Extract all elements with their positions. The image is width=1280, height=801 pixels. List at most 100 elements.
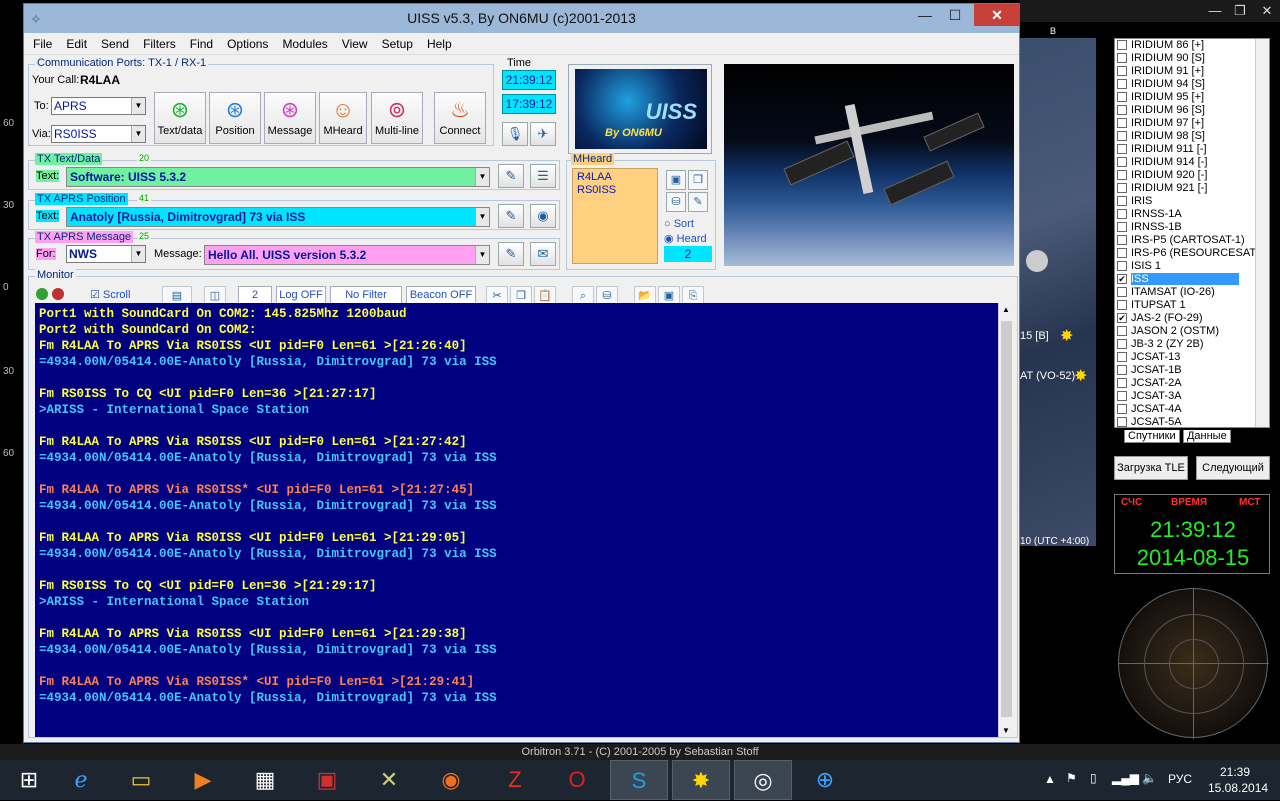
multi-line-button[interactable]: ⊚ Multi-line: [371, 92, 423, 144]
list-item[interactable]: JASON 2 (OSTM): [1115, 325, 1269, 338]
list-item[interactable]: IRNSS-1B: [1115, 221, 1269, 234]
menu-send[interactable]: Send: [92, 33, 134, 51]
list-item[interactable]: JB-3 2 (ZY 2B): [1115, 338, 1269, 351]
orbit-map[interactable]: B 15 [B] ✸ AT (VO-52) ✸ 10 (UTC +4:00): [1020, 26, 1096, 547]
list-item[interactable]: IRIDIUM 98 [S]: [1115, 130, 1269, 143]
close-button[interactable]: ✕: [974, 4, 1020, 26]
no-filter-button[interactable]: No Filter: [330, 286, 402, 304]
uiss-icon[interactable]: ◎: [734, 760, 792, 800]
chevron-up-icon[interactable]: ▲: [1044, 772, 1056, 786]
calendar-icon[interactable]: ▦: [236, 760, 294, 800]
load-tle-button[interactable]: Загрузка TLE: [1114, 456, 1188, 480]
edit-position-icon[interactable]: ✎: [498, 204, 524, 228]
mheard-list[interactable]: R4LAA RS0ISS: [572, 168, 658, 264]
checkbox[interactable]: [1117, 170, 1127, 180]
list-item[interactable]: IRIDIUM 911 [-]: [1115, 143, 1269, 156]
orbitron-icon[interactable]: ✸: [672, 760, 730, 800]
list-item[interactable]: IRIDIUM 94 [S]: [1115, 78, 1269, 91]
checkbox[interactable]: [1117, 248, 1127, 258]
chevron-down-icon[interactable]: ▼: [1002, 726, 1010, 735]
tab-satellites[interactable]: Спутники: [1124, 430, 1180, 443]
count-field[interactable]: 2: [238, 286, 272, 304]
checkbox[interactable]: [1117, 261, 1127, 271]
satellite-dish-icon[interactable]: ✈: [530, 122, 556, 146]
database-icon[interactable]: ⛁: [666, 192, 686, 212]
tx-position-input[interactable]: Anatoly [Russia, Dimitrovgrad] 73 via IS…: [66, 207, 490, 227]
menu-options[interactable]: Options: [218, 33, 273, 51]
for-select[interactable]: NWS ▼: [66, 245, 146, 263]
mheard-button[interactable]: ☺ MHeard: [319, 92, 367, 144]
send-message-button[interactable]: ⊛ Message: [264, 92, 316, 144]
firefox-icon[interactable]: ◉: [422, 760, 480, 800]
list-item[interactable]: IRIDIUM 914 [-]: [1115, 156, 1269, 169]
checkbox[interactable]: ✔: [1117, 274, 1127, 284]
satellite-tool-icon[interactable]: ✕: [360, 760, 418, 800]
minimize-icon[interactable]: —: [910, 4, 940, 26]
to-select[interactable]: APRS ▼: [51, 97, 146, 115]
list-item[interactable]: IRIDIUM 90 [S]: [1115, 52, 1269, 65]
taskbar-time[interactable]: 21:39: [1220, 765, 1250, 779]
list-item[interactable]: IRIDIUM 96 [S]: [1115, 104, 1269, 117]
maximize-icon[interactable]: ☐: [940, 4, 970, 26]
tx-message-input[interactable]: Hello All. UISS version 5.3.2 ▼: [204, 245, 490, 265]
checkbox[interactable]: [1117, 183, 1127, 193]
monitor-output[interactable]: Port1 with SoundCard On COM2: 145.825Mhz…: [35, 303, 998, 737]
globe-icon[interactable]: ◉: [530, 204, 556, 228]
list-item[interactable]: IRIS: [1115, 195, 1269, 208]
list-item[interactable]: ITAMSAT (IO-26): [1115, 286, 1269, 299]
checkbox[interactable]: [1117, 417, 1127, 427]
send-position-button[interactable]: ⊛ Position: [209, 92, 261, 144]
mail-icon[interactable]: ✉: [530, 242, 556, 266]
menu-setup[interactable]: Setup: [373, 33, 418, 51]
edit-doc-icon[interactable]: ✎: [688, 192, 708, 212]
chevron-up-icon[interactable]: ▲: [1002, 305, 1010, 314]
list-item[interactable]: JCSAT-13: [1115, 351, 1269, 364]
volume-icon[interactable]: 🔈: [1142, 771, 1157, 785]
list-item[interactable]: R4LAA: [577, 171, 653, 184]
list-icon[interactable]: ☰: [530, 164, 556, 188]
edit-message-icon[interactable]: ✎: [498, 242, 524, 266]
checkbox[interactable]: [1117, 209, 1127, 219]
checkbox[interactable]: [1117, 326, 1127, 336]
checkbox[interactable]: [1117, 300, 1127, 310]
edit-text-icon[interactable]: ✎: [498, 164, 524, 188]
monitor-scrollbar[interactable]: ▲ ▼: [998, 303, 1014, 737]
start-icon[interactable]: ⊞: [0, 760, 58, 800]
globe-tool-icon[interactable]: ⊕: [796, 760, 854, 800]
taskbar-date[interactable]: 15.08.2014: [1208, 781, 1268, 795]
save-icon[interactable]: ▣: [666, 170, 686, 190]
checkbox[interactable]: [1117, 196, 1127, 206]
close-icon[interactable]: ✕: [1252, 2, 1280, 20]
language-indicator[interactable]: РУС: [1168, 772, 1192, 786]
checkbox[interactable]: [1117, 40, 1127, 50]
heard-radio[interactable]: ◉ Heard: [664, 232, 707, 245]
menu-edit[interactable]: Edit: [57, 33, 92, 51]
scrollbar-thumb[interactable]: [1001, 321, 1012, 717]
list-item[interactable]: IRIDIUM 921 [-]: [1115, 182, 1269, 195]
list-item[interactable]: IRIDIUM 920 [-]: [1115, 169, 1269, 182]
list-item[interactable]: RS0ISS: [577, 184, 653, 197]
copy-icon[interactable]: ❐: [688, 170, 708, 190]
checkbox[interactable]: [1117, 339, 1127, 349]
ie-icon[interactable]: ℯ: [52, 760, 110, 800]
list-item[interactable]: ISIS 1: [1115, 260, 1269, 273]
list-item[interactable]: ITUPSAT 1: [1115, 299, 1269, 312]
checkbox[interactable]: ✔: [1117, 313, 1127, 323]
skype-icon[interactable]: S: [610, 760, 668, 800]
list-item[interactable]: JCSAT-3A: [1115, 390, 1269, 403]
checkbox[interactable]: [1117, 105, 1127, 115]
menu-view[interactable]: View: [333, 33, 373, 51]
media-player-icon[interactable]: ▶: [174, 760, 232, 800]
checkbox[interactable]: [1117, 378, 1127, 388]
checkbox[interactable]: [1117, 391, 1127, 401]
send-text-button[interactable]: ⊛ Text/data: [154, 92, 206, 144]
list-item[interactable]: JCSAT-2A: [1115, 377, 1269, 390]
toolbox-icon[interactable]: ▣: [298, 760, 356, 800]
list-item[interactable]: IRS-P5 (CARTOSAT-1): [1115, 234, 1269, 247]
scroll-checkbox[interactable]: ☑ Scroll: [90, 288, 130, 301]
menu-modules[interactable]: Modules: [273, 33, 332, 51]
checkbox[interactable]: [1117, 287, 1127, 297]
battery-icon[interactable]: ▯: [1090, 771, 1097, 785]
opera-icon[interactable]: O: [548, 760, 606, 800]
microphone-icon[interactable]: 🎙: [502, 122, 528, 146]
